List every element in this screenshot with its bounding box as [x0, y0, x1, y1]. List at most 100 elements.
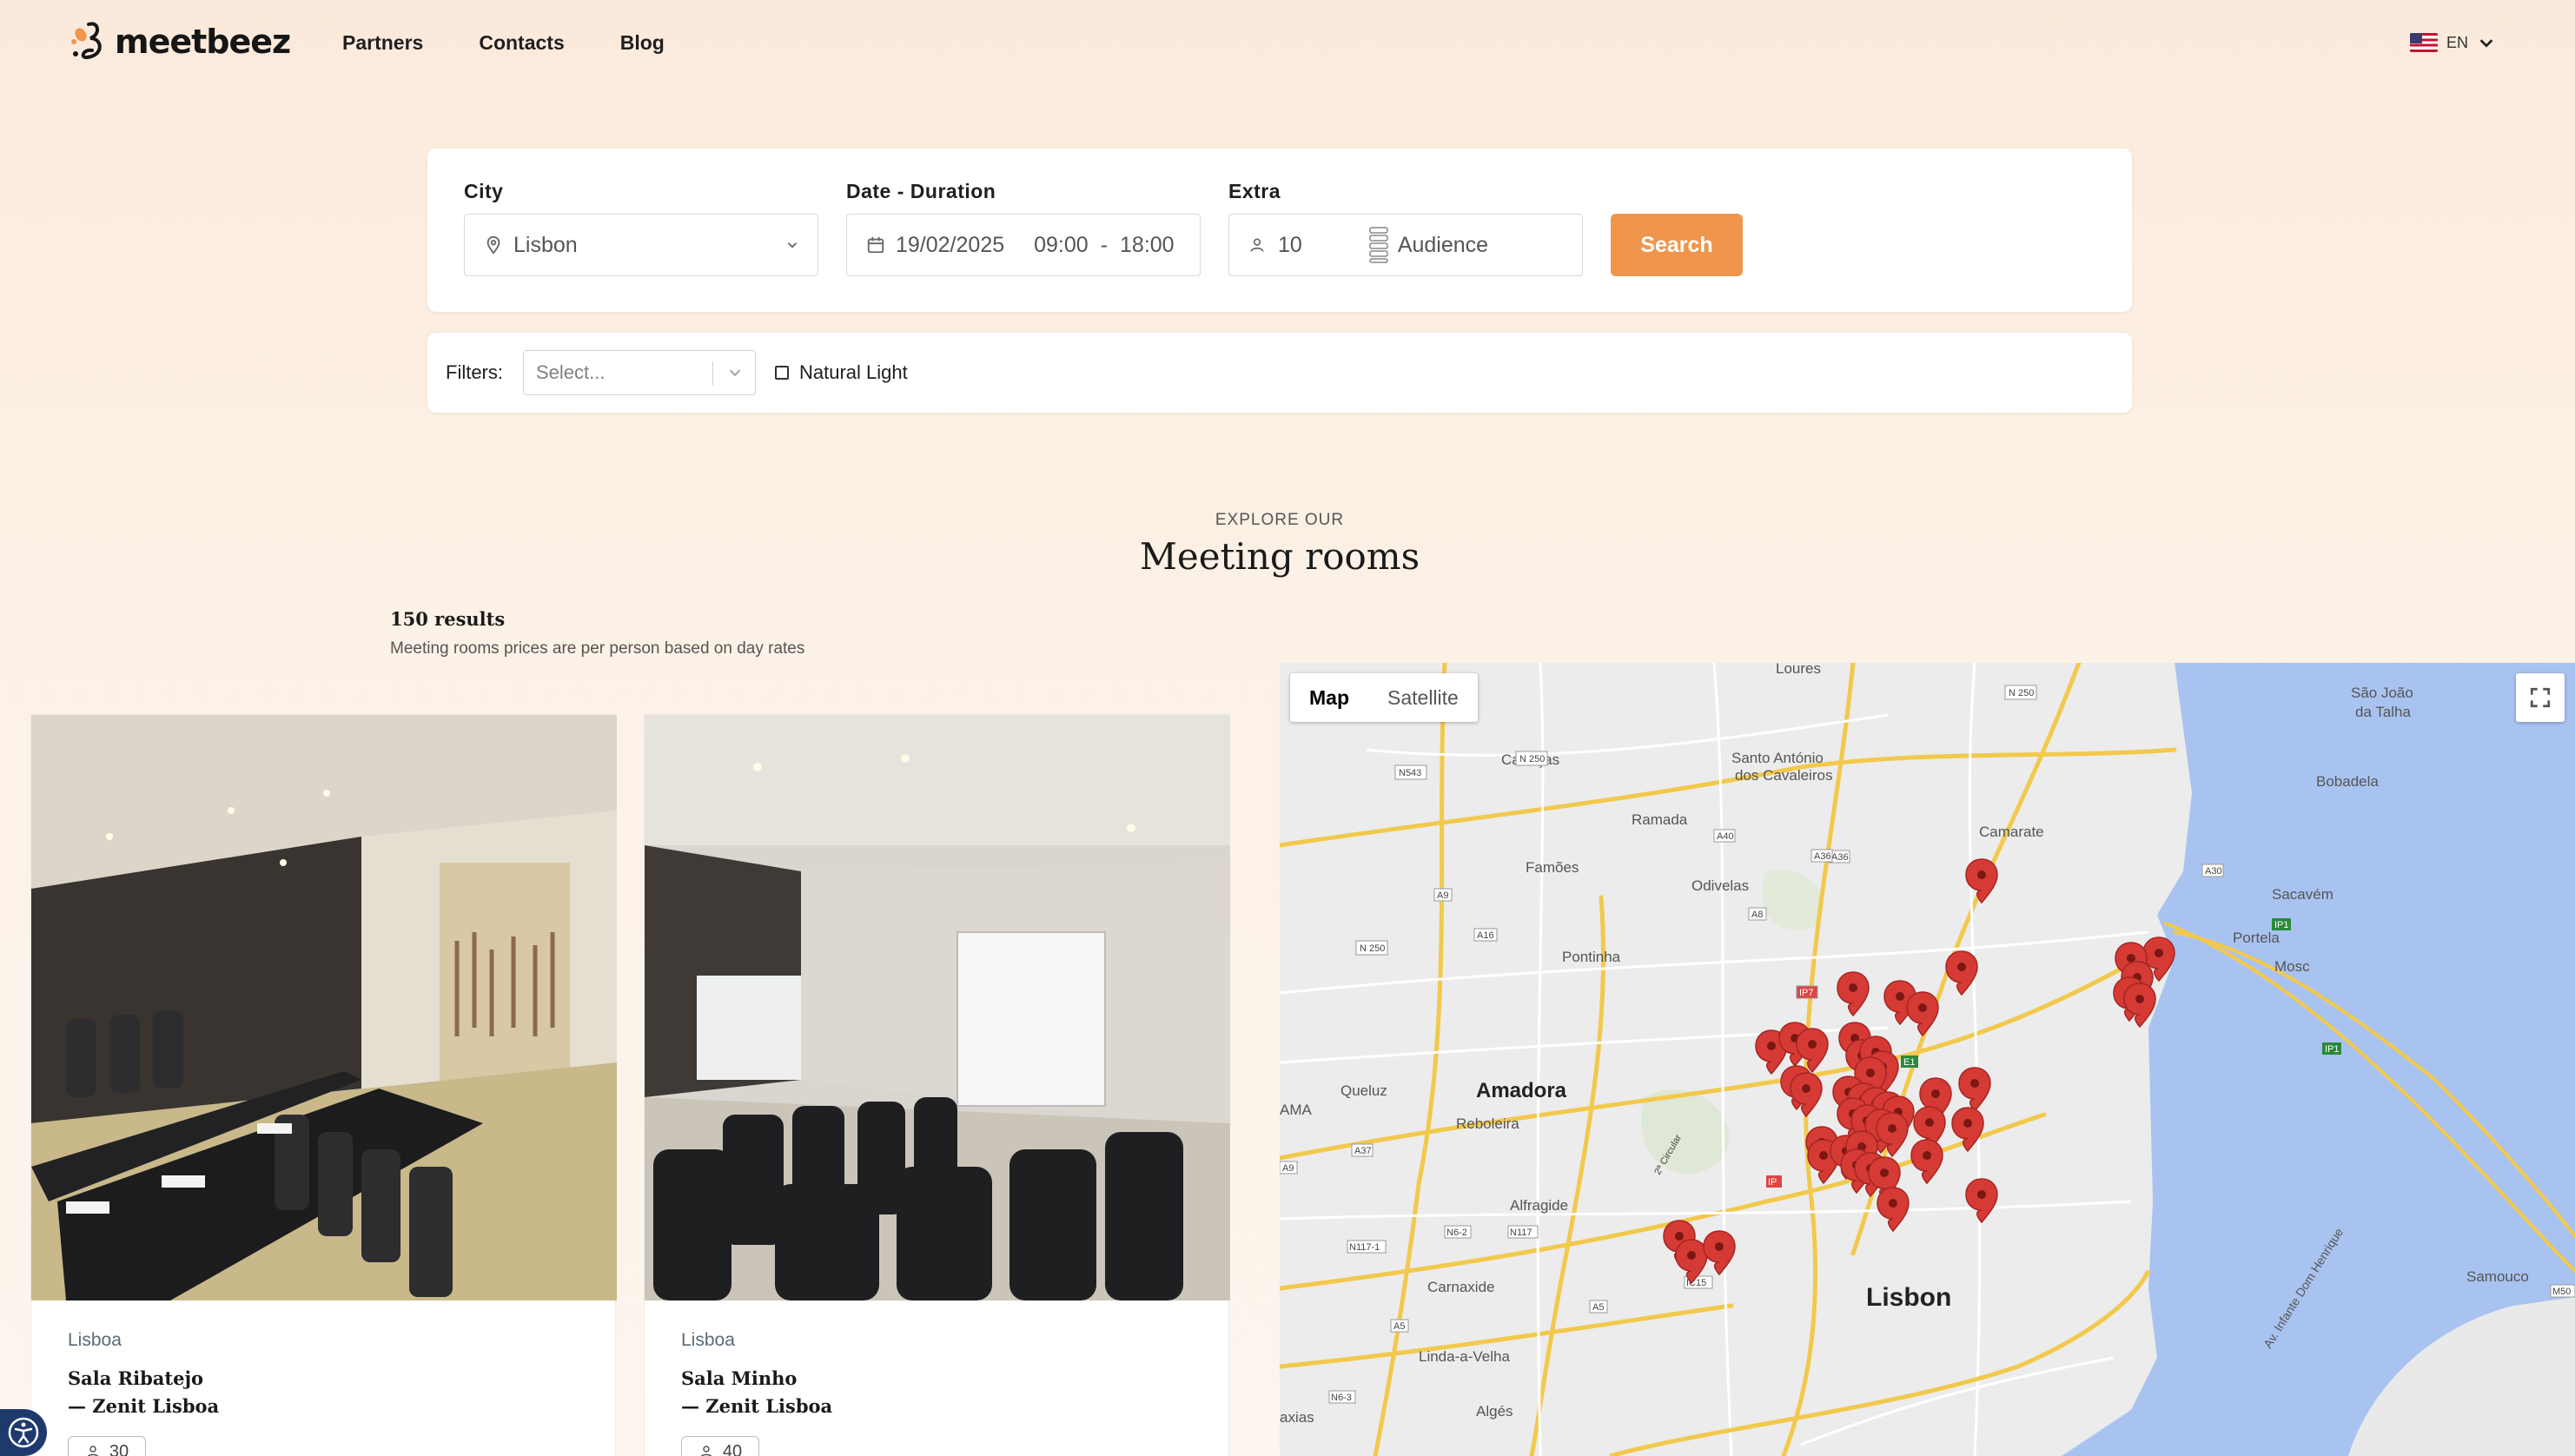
section-title: Meeting rooms	[1139, 535, 1420, 578]
person-icon	[700, 1446, 712, 1456]
map-label-famoes: Famões	[1526, 859, 1579, 876]
road-a5: A5	[1393, 1321, 1405, 1332]
map-label-bobadela: Bobadela	[2316, 773, 2379, 790]
city-select[interactable]: Lisbon	[464, 214, 818, 276]
map-label-ramada: Ramada	[1632, 811, 1688, 828]
language-code: EN	[2446, 33, 2469, 51]
date-value[interactable]: 19/02/2025	[896, 233, 1004, 258]
map-label-moscavide: Mosc	[2274, 958, 2310, 975]
map-canvas[interactable]: Loures São João da Talha Caneças Santo A…	[1280, 663, 2575, 1456]
filters-select[interactable]: Select...	[523, 350, 756, 395]
capacity-value: 30	[109, 1441, 129, 1456]
calendar-icon	[867, 236, 884, 254]
map-label-sao-joao: São João	[2351, 685, 2413, 701]
map-label-portela: Portela	[2233, 930, 2280, 946]
road-ip1: IP1	[2325, 1044, 2340, 1055]
map-label-samouco: Samouco	[2466, 1268, 2529, 1285]
people-count[interactable]: 10	[1278, 233, 1302, 258]
road-a36: A36	[1814, 851, 1831, 862]
search-panel: City Lisbon Date - Duration 19/02/2025 0…	[427, 149, 2132, 312]
card-title[interactable]: Sala Ribatejo — Zenit Lisboa	[68, 1365, 219, 1420]
language-selector[interactable]: EN	[2410, 33, 2496, 52]
map-label-loures: Loures	[1776, 663, 1821, 677]
section-eyebrow: EXPLORE OUR	[1215, 511, 1345, 529]
road-a37: A37	[1354, 1146, 1372, 1156]
filters-select-placeholder: Select...	[536, 361, 606, 383]
card-title-line1: Sala Minho	[681, 1367, 798, 1389]
map-label-axias: axias	[1280, 1409, 1314, 1426]
map-label-alfragide: Alfragide	[1510, 1197, 1568, 1214]
map-label-santo-antonio: Santo António	[1731, 750, 1824, 766]
header: meetbeez Partners Contacts Blog EN	[0, 0, 2575, 90]
road-a36: A36	[1831, 852, 1849, 863]
room-layout-icon	[1369, 227, 1388, 263]
room-photo[interactable]	[31, 715, 617, 1300]
capacity-badge: 30	[68, 1436, 146, 1456]
road-a8: A8	[1751, 910, 1763, 920]
road-n117: N117	[1510, 1228, 1532, 1238]
time-start[interactable]: 09:00	[1034, 233, 1089, 258]
map-label-amadora: Amadora	[1476, 1079, 1567, 1102]
map-label-ama: AMA	[1280, 1102, 1313, 1118]
map-label-linda-a-velha: Linda-a-Velha	[1419, 1348, 1510, 1365]
road-a9: A9	[1437, 890, 1448, 901]
map[interactable]: Loures São João da Talha Caneças Santo A…	[1280, 663, 2575, 1456]
capacity-badge: 40	[681, 1436, 759, 1456]
road-n250: N 250	[1519, 754, 1545, 764]
bee-logo-icon	[71, 22, 102, 59]
nav-contacts[interactable]: Contacts	[479, 31, 564, 55]
natural-light-checkbox[interactable]	[775, 366, 789, 380]
map-label-odivelas: Odivelas	[1691, 877, 1749, 894]
nav-partners[interactable]: Partners	[342, 31, 423, 55]
date-label: Date - Duration	[846, 180, 996, 202]
chevron-down-icon	[729, 369, 741, 377]
card-title[interactable]: Sala Minho — Zenit Lisboa	[681, 1365, 832, 1420]
road-a30: A30	[2205, 866, 2222, 877]
road-n250: N 250	[1360, 943, 1385, 954]
road-n543: N543	[1399, 768, 1421, 778]
date-duration-field[interactable]: 19/02/2025 09:00 - 18:00	[846, 214, 1201, 276]
time-end[interactable]: 18:00	[1120, 233, 1175, 258]
us-flag-icon	[2410, 33, 2438, 52]
road-n250: N 250	[2009, 688, 2034, 698]
person-icon	[1250, 238, 1264, 252]
room-photo[interactable]	[645, 715, 1230, 1300]
map-label-alges: Algés	[1476, 1403, 1513, 1420]
location-pin-icon	[487, 235, 500, 255]
select-divider	[712, 361, 713, 386]
map-label-camarate: Camarate	[1979, 824, 2044, 840]
city-label: City	[464, 180, 504, 202]
road-n6-3: N6-3	[1331, 1393, 1352, 1403]
extra-field[interactable]: 10 Audience	[1228, 214, 1583, 276]
accessibility-icon	[8, 1417, 39, 1448]
chevron-down-icon	[787, 242, 798, 248]
room-card[interactable]: Lisboa Sala Ribatejo — Zenit Lisboa 30	[30, 714, 617, 1456]
road-m50: M50	[2552, 1287, 2571, 1297]
fullscreen-button[interactable]	[2516, 673, 2565, 722]
road-ip1: IP1	[2274, 920, 2289, 930]
accessibility-button[interactable]	[0, 1409, 47, 1456]
map-tab-map[interactable]: Map	[1290, 673, 1368, 722]
nav-blog[interactable]: Blog	[620, 31, 665, 55]
natural-light-label: Natural Light	[799, 361, 908, 383]
person-icon	[87, 1446, 98, 1456]
logo[interactable]: meetbeez	[66, 19, 291, 64]
search-button[interactable]: Search	[1611, 214, 1743, 276]
card-title-line2: — Zenit Lisboa	[68, 1395, 220, 1417]
results-count: 150 results	[390, 608, 506, 630]
road-ip: IP	[1768, 1177, 1777, 1188]
room-layout-value[interactable]: Audience	[1398, 233, 1488, 258]
map-label-pontinha: Pontinha	[1562, 949, 1621, 965]
city-value: Lisbon	[513, 232, 578, 257]
room-photo-image	[31, 715, 617, 1300]
fullscreen-icon	[2530, 687, 2551, 708]
results-note: Meeting rooms prices are per person base…	[390, 639, 805, 658]
map-tab-satellite[interactable]: Satellite	[1368, 673, 1478, 722]
room-photo-image	[645, 715, 1230, 1300]
time-separator: -	[1100, 232, 1109, 257]
natural-light-filter[interactable]: Natural Light	[775, 361, 908, 384]
chevron-down-icon	[2479, 39, 2493, 48]
room-card[interactable]: Lisboa Sala Minho — Zenit Lisboa 40	[644, 714, 1230, 1456]
main-nav: Partners Contacts Blog	[342, 31, 665, 55]
card-title-line2: — Zenit Lisboa	[681, 1395, 833, 1417]
